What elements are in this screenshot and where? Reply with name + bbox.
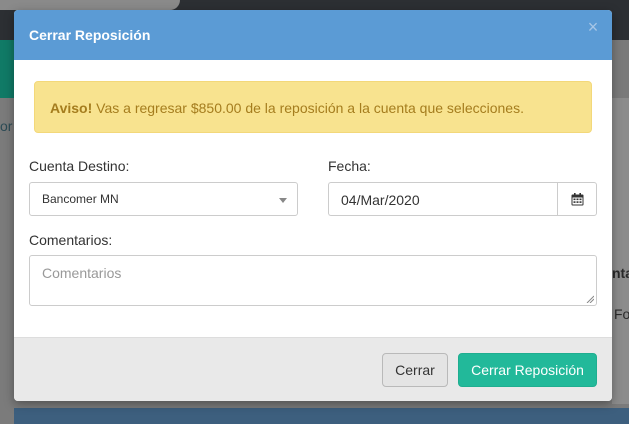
alert-strong-label: Aviso! [50, 100, 93, 116]
comments-placeholder: Comentarios [42, 265, 122, 281]
comments-textarea[interactable]: Comentarios [29, 255, 597, 306]
background-topbar-tab [0, 0, 180, 10]
calendar-icon [571, 193, 584, 206]
alert-text: Aviso! Vas a regresar $850.00 de la repo… [50, 100, 524, 116]
background-bottom-bar [14, 408, 629, 424]
comments-label: Comentarios: [29, 232, 113, 248]
date-picker: 04/Mar/2020 [328, 182, 597, 216]
alert-message: Vas a regresar $850.00 de la reposición … [92, 100, 524, 116]
confirm-close-reposition-button[interactable]: Cerrar Reposición [458, 353, 597, 387]
account-select-value: Bancomer MN [42, 192, 119, 206]
modal-body: Aviso! Vas a regresar $850.00 de la repo… [14, 60, 612, 337]
date-input[interactable]: 04/Mar/2020 [328, 182, 558, 216]
background-side-text: or [0, 118, 13, 134]
date-label: Fecha: [328, 158, 371, 174]
chevron-down-icon [279, 198, 287, 203]
warning-alert: Aviso! Vas a regresar $850.00 de la repo… [34, 81, 592, 133]
calendar-button[interactable] [557, 182, 597, 216]
close-reposition-modal: Cerrar Reposición × Aviso! Vas a regresa… [14, 10, 612, 401]
date-value: 04/Mar/2020 [341, 192, 420, 208]
modal-header: Cerrar Reposición × [14, 10, 612, 60]
account-label: Cuenta Destino: [29, 158, 130, 174]
modal-footer: Cerrar Cerrar Reposición [14, 337, 612, 401]
resize-grip-icon[interactable] [586, 295, 594, 303]
cancel-button[interactable]: Cerrar [382, 353, 448, 387]
background-table-cell: Fo [614, 306, 629, 322]
account-select[interactable]: Bancomer MN [29, 182, 298, 216]
modal-title: Cerrar Reposición [29, 27, 151, 43]
close-icon[interactable]: × [584, 18, 602, 36]
background-right-panel [612, 98, 629, 404]
background-table-header: nta [612, 265, 629, 281]
